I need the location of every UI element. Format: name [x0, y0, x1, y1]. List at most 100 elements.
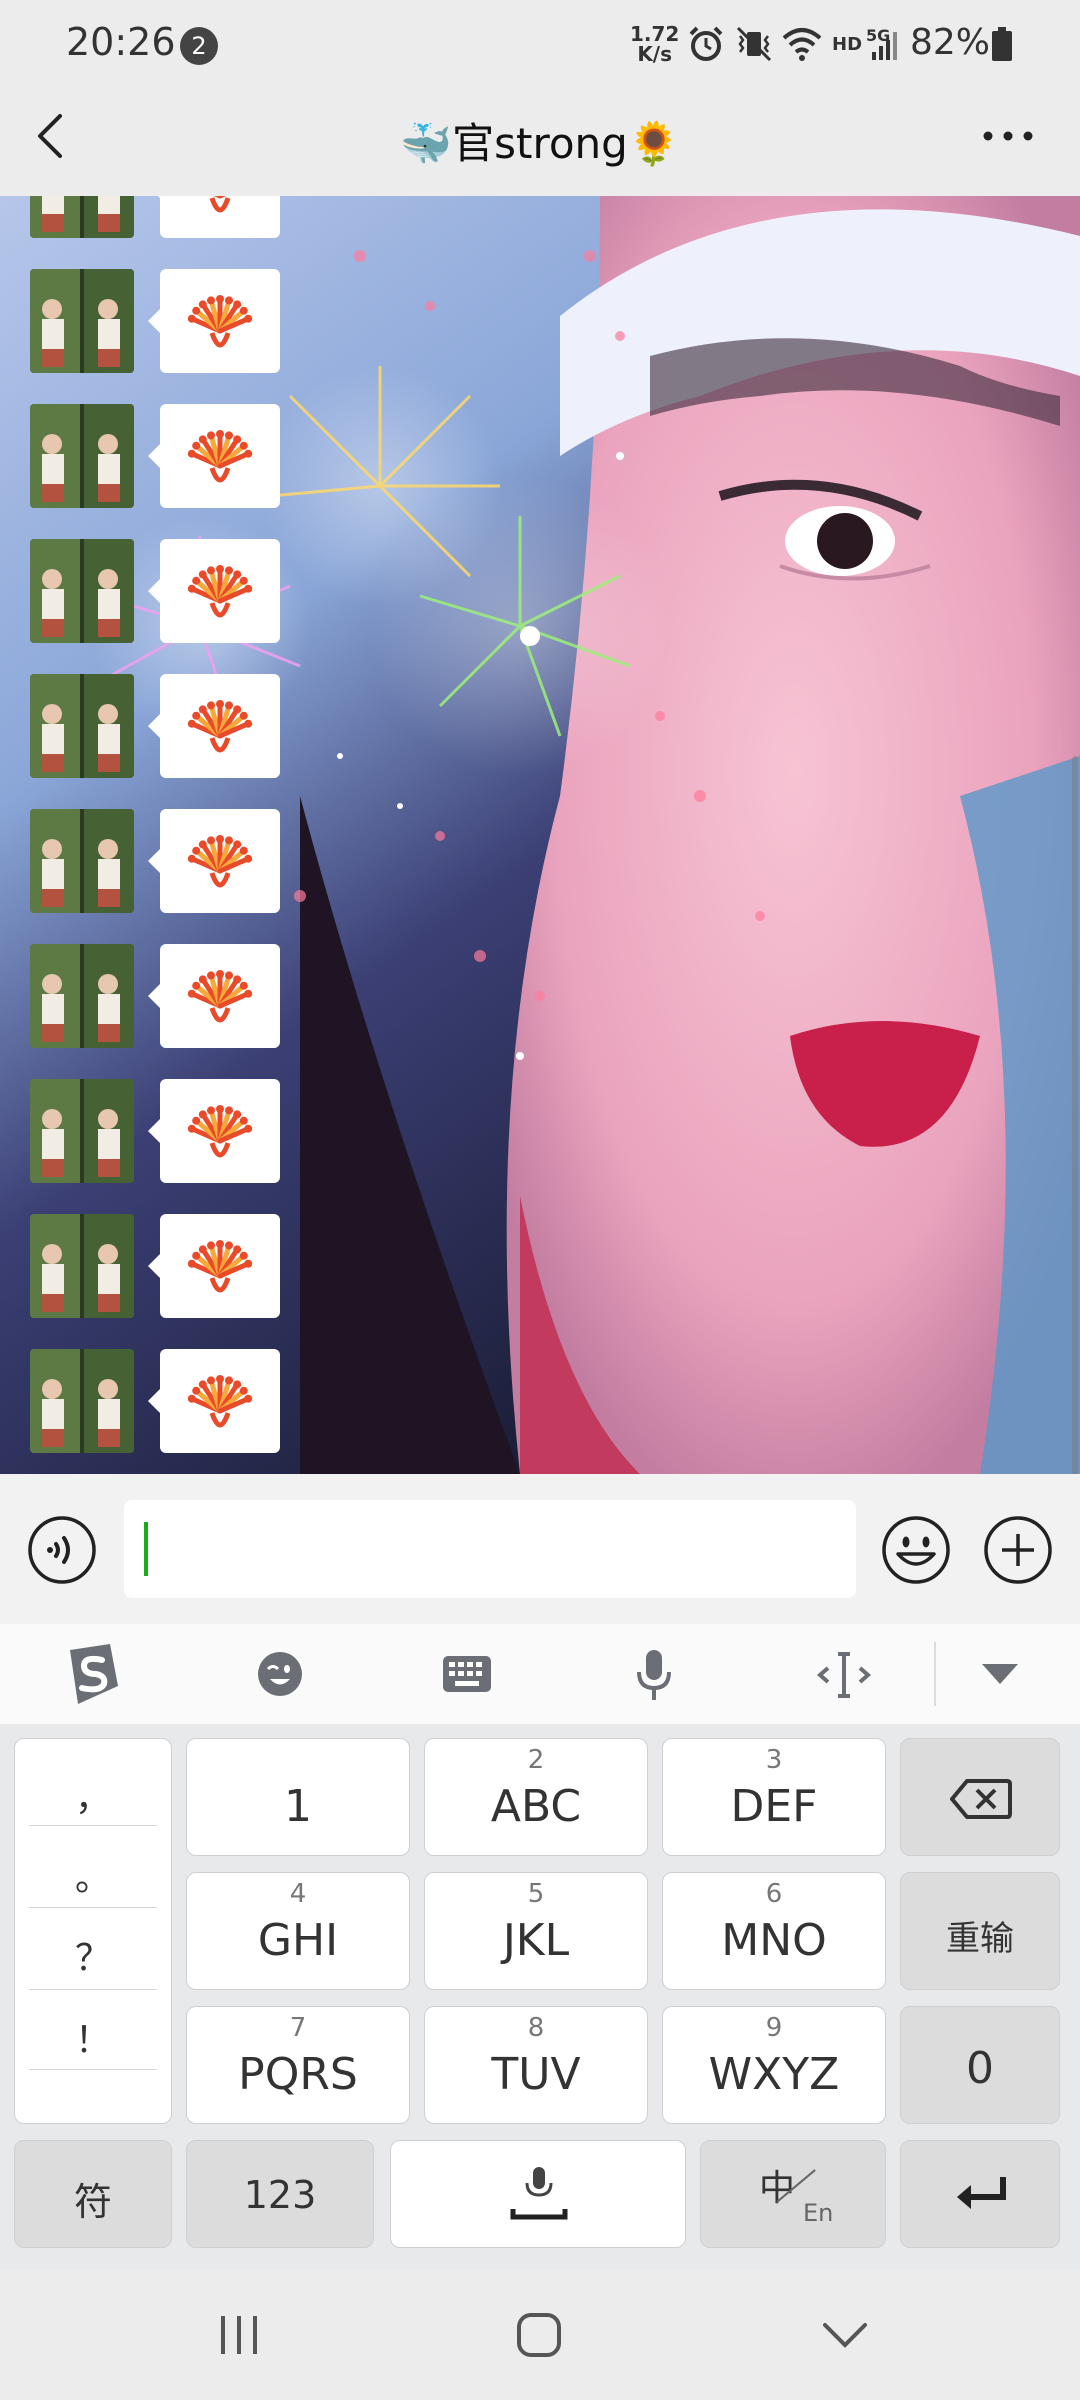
more-options-button[interactable] [980, 122, 1036, 150]
message-bubble[interactable] [148, 809, 280, 913]
contact-avatar[interactable] [30, 674, 134, 778]
space-key[interactable] [390, 2140, 686, 2248]
battery-icon [992, 27, 1012, 61]
key-wxyz[interactable]: 9 WXYZ [662, 2006, 886, 2124]
punct-divider [29, 1907, 157, 1908]
keyboard-toolbar [0, 1624, 1080, 1724]
key-label: GHI [257, 1915, 339, 1966]
language-switch-key[interactable]: 中 En [700, 2140, 886, 2248]
key-mno[interactable]: 6 MNO [662, 1872, 886, 1990]
message-bubble[interactable] [148, 944, 280, 1048]
avatar-photo [30, 1214, 134, 1318]
contact-avatar[interactable] [30, 809, 134, 913]
key-pqrs[interactable]: 7 PQRS [186, 2006, 410, 2124]
signal-icon [872, 32, 897, 60]
voice-toggle-button[interactable] [26, 1514, 98, 1586]
avatar-photo [30, 944, 134, 1048]
contact-avatar[interactable] [30, 944, 134, 1048]
toolbar-divider [934, 1642, 936, 1706]
punct-divider [29, 2069, 157, 2070]
hd-label: HD [832, 34, 863, 55]
key-label: PQRS [238, 2049, 358, 2100]
message-bubble[interactable] [148, 539, 280, 643]
key-0[interactable]: 0 [900, 2006, 1060, 2124]
contact-avatar[interactable] [30, 1079, 134, 1183]
key-number: 9 [765, 2013, 783, 2043]
key-def[interactable]: 3 DEF [662, 1738, 886, 1856]
key-label: TUV [491, 2049, 581, 2100]
key-number: 5 [527, 1879, 545, 1909]
punct-exclamation[interactable]: ！ [15, 2011, 171, 2063]
punct-period[interactable]: 。 [15, 1849, 171, 1901]
enter-icon [957, 2177, 1006, 2209]
chat-scrollbar[interactable] [1072, 756, 1078, 1474]
key-number: 4 [289, 1879, 307, 1909]
key-ghi[interactable]: 4 GHI [186, 1872, 410, 1990]
avatar-photo [30, 1349, 134, 1453]
message-bubble[interactable] [148, 404, 280, 508]
home-icon[interactable] [514, 2310, 564, 2360]
punct-comma[interactable]: ， [15, 1769, 171, 1821]
battery-percentage: 82% [910, 22, 991, 63]
fireworks-emoji-icon [187, 1375, 253, 1428]
chat-title: 🐳官strong🌻 [399, 119, 681, 168]
numbers-key[interactable]: 123 [186, 2140, 374, 2248]
collapse-keyboard-icon[interactable] [980, 1660, 1020, 1688]
contact-avatar[interactable] [30, 539, 134, 643]
avatar-photo [30, 404, 134, 508]
fireworks-emoji-icon [187, 1240, 253, 1293]
key-label: 123 [243, 2173, 317, 2217]
key-1[interactable]: 1 [186, 1738, 410, 1856]
back-nav-icon[interactable] [820, 2318, 870, 2352]
avatar-photo [30, 269, 134, 373]
key-label: 重输 [946, 1919, 1014, 1959]
fireworks-emoji-icon [187, 565, 253, 618]
reinput-key[interactable]: 重输 [900, 1872, 1060, 1990]
key-number: 6 [765, 1879, 783, 1909]
chat-message-area[interactable] [0, 196, 1080, 1474]
message-bubble[interactable] [148, 1349, 280, 1453]
backspace-key[interactable] [900, 1738, 1060, 1856]
enter-key[interactable] [900, 2140, 1060, 2248]
cursor-move-icon[interactable] [816, 1648, 872, 1702]
keyboard-icon[interactable] [442, 1652, 492, 1696]
message-bubble[interactable] [148, 1079, 280, 1183]
contact-avatar[interactable] [30, 1349, 134, 1453]
key-label: MNO [721, 1915, 827, 1966]
sogou-logo-icon[interactable] [60, 1642, 124, 1706]
message-bubble[interactable] [148, 1214, 280, 1318]
network-speed: 1.72 K/s [630, 24, 679, 64]
mic-icon[interactable] [634, 1648, 674, 1702]
message-bubble[interactable] [148, 196, 280, 238]
more-functions-button[interactable] [982, 1514, 1054, 1586]
contact-avatar[interactable] [30, 404, 134, 508]
symbols-key[interactable]: 符 [14, 2140, 172, 2248]
key-jkl[interactable]: 5 JKL [424, 1872, 648, 1990]
key-number: 8 [527, 2013, 545, 2043]
fireworks-emoji-icon [187, 430, 253, 483]
punctuation-panel[interactable]: ， 。 ？ ！ [14, 1738, 172, 2124]
notification-count-badge: 2 [180, 27, 218, 65]
recent-apps-icon[interactable] [216, 2312, 262, 2358]
message-bubble[interactable] [148, 269, 280, 373]
punct-divider [29, 1989, 157, 1990]
key-number: 7 [289, 2013, 307, 2043]
fireworks-emoji-icon [209, 196, 231, 213]
status-time: 20:26 [66, 20, 176, 64]
contact-avatar[interactable] [30, 1214, 134, 1318]
message-bubble[interactable] [148, 674, 280, 778]
contact-avatar[interactable] [30, 269, 134, 373]
emoji-button[interactable] [880, 1514, 952, 1586]
message-input[interactable] [124, 1500, 856, 1598]
network-speed-unit: K/s [637, 42, 673, 66]
wink-emoji-icon[interactable] [256, 1650, 304, 1698]
punct-question[interactable]: ？ [15, 1929, 171, 1981]
key-label: WXYZ [708, 2049, 840, 2100]
backspace-icon [950, 1779, 1012, 1819]
key-label: 1 [284, 1781, 312, 1832]
key-number: 3 [765, 1745, 783, 1775]
contact-avatar[interactable] [30, 196, 134, 238]
key-tuv[interactable]: 8 TUV [424, 2006, 648, 2124]
fireworks-emoji-icon [187, 295, 253, 348]
key-abc[interactable]: 2 ABC [424, 1738, 648, 1856]
